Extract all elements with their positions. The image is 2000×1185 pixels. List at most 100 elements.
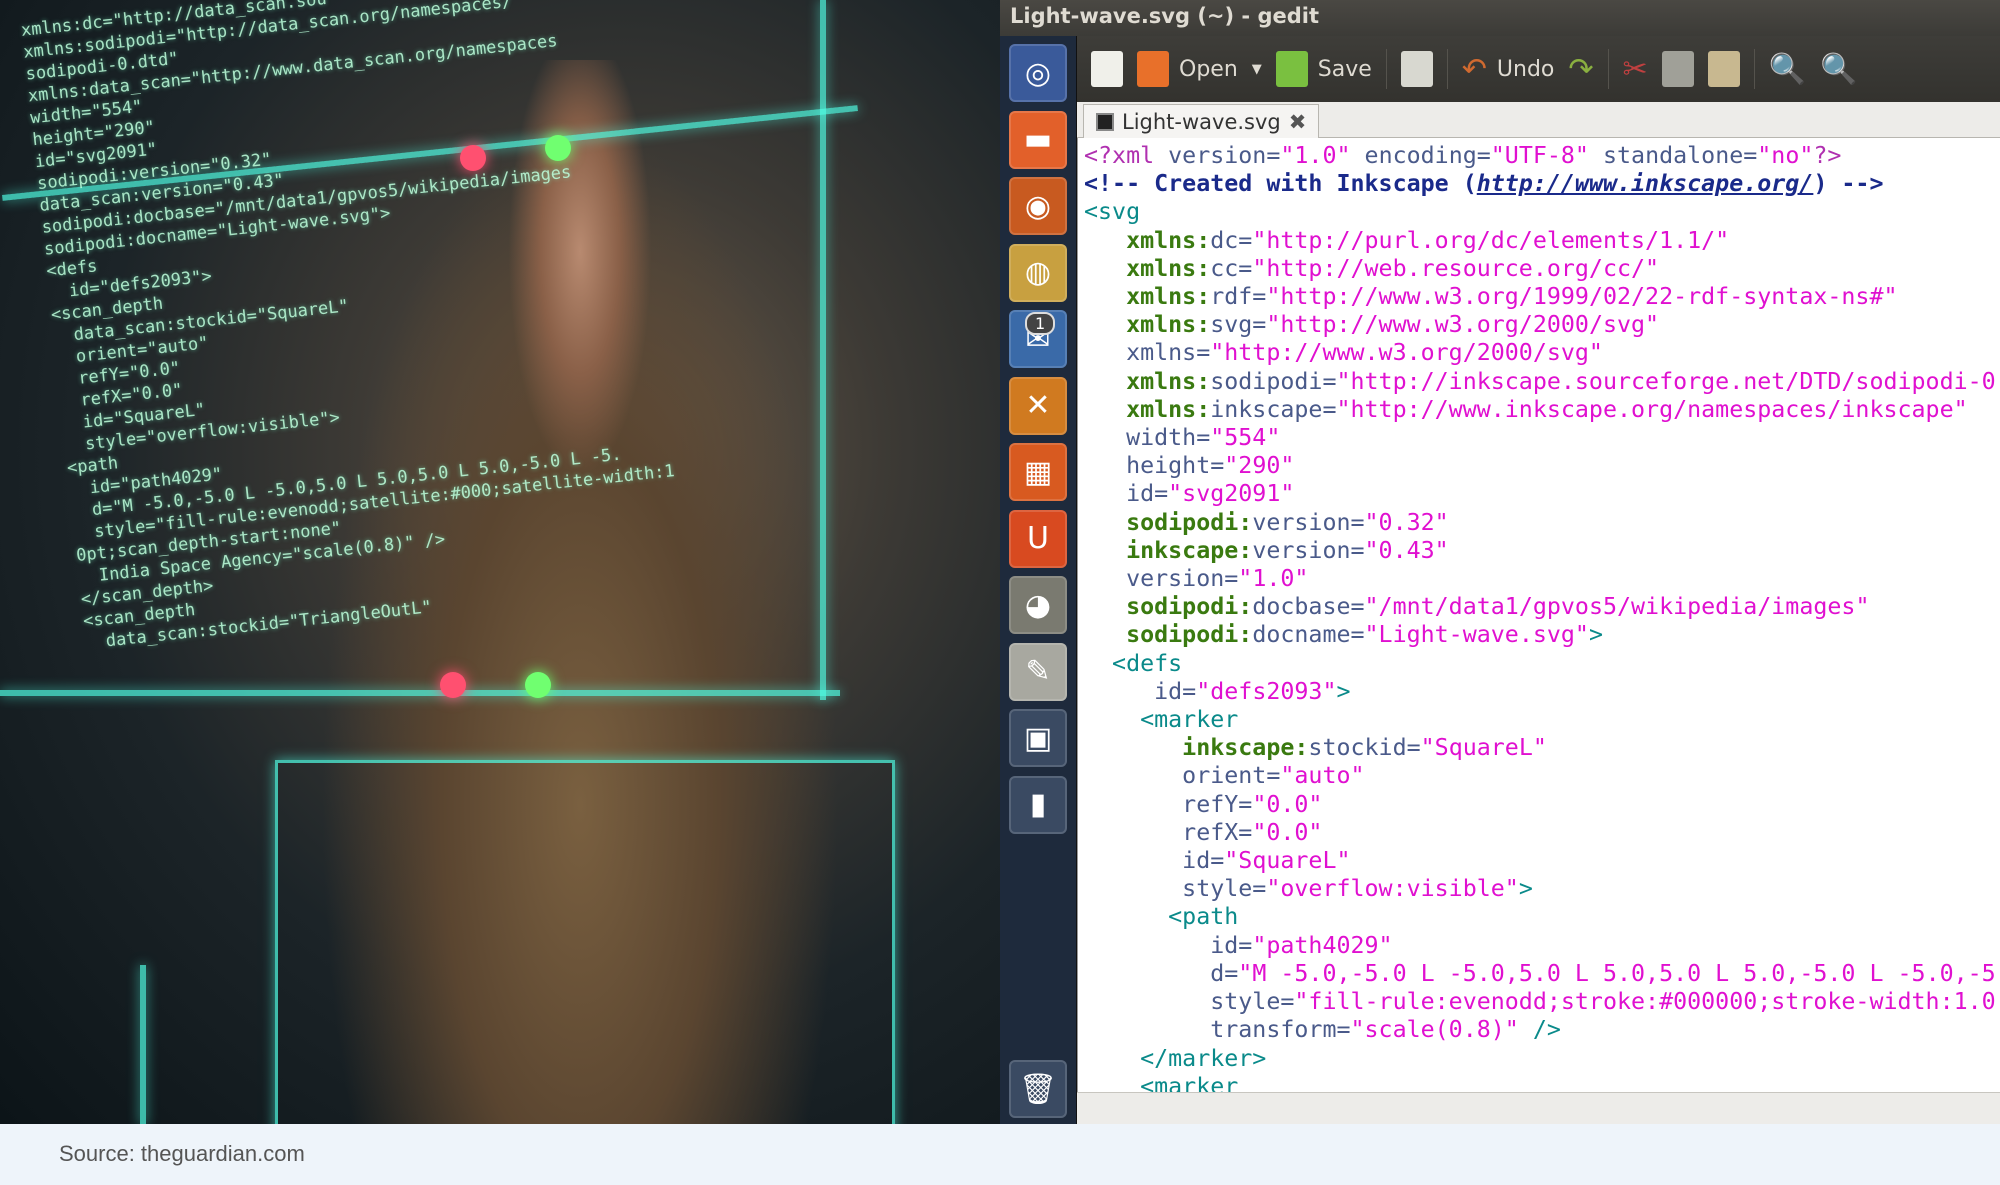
code-line: <marker — [1078, 1073, 2000, 1092]
launcher-chrome-icon[interactable]: ◍ — [1009, 243, 1067, 302]
code-token: dc= — [1210, 226, 1253, 254]
hologram-frame — [275, 760, 895, 1124]
code-token: "http://www.inkscape.org/namespaces/inks… — [1336, 395, 1968, 423]
code-token: > — [1518, 875, 1533, 903]
code-line: refY="0.0" — [1078, 791, 2000, 819]
print-icon[interactable] — [1400, 51, 1433, 87]
code-token: version= — [1084, 565, 1239, 593]
code-line: <defs — [1078, 650, 2000, 678]
code-token: xmlns= — [1084, 339, 1211, 367]
launcher-usb-drive-icon[interactable]: ▮ — [1009, 775, 1067, 834]
new-document-icon[interactable] — [1091, 51, 1123, 87]
code-token: "svg2091" — [1168, 480, 1295, 508]
code-line: transform="scale(0.8)" /> — [1078, 1016, 2000, 1044]
code-token: > — [1336, 677, 1351, 705]
code-line: id="defs2093"> — [1078, 678, 2000, 706]
launcher-gimp-icon[interactable]: ◕ — [1009, 576, 1067, 634]
tab-close-icon[interactable]: ✖ — [1289, 110, 1307, 134]
launcher-files-icon[interactable]: ▬ — [1009, 110, 1067, 169]
launcher-software-center-icon[interactable]: ▦ — [1009, 443, 1067, 501]
code-token: "path4029" — [1252, 931, 1393, 959]
copy-icon[interactable] — [1661, 51, 1694, 87]
toolbar: Open ▼ Save ↶ Undo ↷ ✂ 🔍 🔍 — [1077, 36, 2000, 102]
launcher-workspace-switcher-icon[interactable]: ▣ — [1009, 709, 1067, 767]
code-token: id= — [1084, 480, 1169, 508]
code-token: "1.0" — [1238, 565, 1309, 593]
code-line: style="overflow:visible"> — [1078, 875, 2000, 903]
code-link[interactable]: http://www.inkscape.org/ — [1477, 170, 1814, 197]
code-token: cc= — [1210, 254, 1253, 282]
code-token: "http://web.resource.org/cc/" — [1252, 254, 1660, 282]
search-replace-icon[interactable]: 🔍 — [1820, 52, 1857, 87]
window-titlebar[interactable]: Light-wave.svg (~) - gedit — [1000, 0, 2000, 36]
code-line: inkscape:version="0.43" — [1078, 537, 2000, 565]
code-line: width="554" — [1078, 424, 2000, 452]
tab-light-wave-svg[interactable]: Light-wave.svg ✖ — [1083, 104, 1320, 138]
code-line: id="SquareL" — [1078, 847, 2000, 875]
save-icon — [1275, 51, 1308, 87]
code-token: "0.43" — [1364, 536, 1449, 564]
code-token: "http://www.w3.org/2000/svg" — [1210, 339, 1603, 367]
code-line: refX="0.0" — [1078, 819, 2000, 847]
save-button[interactable]: Save — [1275, 51, 1372, 87]
code-token: "http://www.w3.org/2000/svg" — [1266, 311, 1660, 339]
software-center-glyph: ▦ — [1023, 454, 1053, 490]
code-token: xmlns: — [1084, 395, 1211, 423]
code-token: "Light-wave.svg" — [1364, 621, 1589, 649]
open-dropdown-arrow-icon[interactable]: ▼ — [1252, 62, 1262, 77]
code-line: orient="auto" — [1078, 762, 2000, 790]
code-token: rdf= — [1210, 283, 1267, 311]
code-line: height="290" — [1078, 452, 2000, 480]
launcher-ubuntu-one-icon[interactable]: U — [1009, 509, 1067, 568]
code-token: inkscape: — [1084, 734, 1309, 762]
code-token: style= — [1084, 875, 1267, 903]
code-token: sodipodi: — [1084, 508, 1253, 536]
undo-label: Undo — [1496, 56, 1555, 82]
code-token: width= — [1084, 424, 1211, 452]
launcher-dash-home-icon[interactable]: ◎ — [1009, 44, 1067, 102]
unity-launcher: ◎ ▬ ◉ ◍ ✉ 1 ✕ ▦ U ◕ ✎ ▣ ▮ 🗑 — [1000, 36, 1077, 1124]
dash-home-glyph: ◎ — [1024, 55, 1052, 91]
code-token: xmlns: — [1084, 226, 1211, 254]
redo-icon[interactable]: ↷ — [1568, 52, 1593, 87]
launcher-firefox-icon[interactable]: ◉ — [1009, 177, 1067, 235]
code-token: <marker — [1084, 1072, 1239, 1092]
code-token: "/mnt/data1/gpvos5/wikipedia/images" — [1364, 593, 1870, 621]
paste-icon[interactable] — [1707, 51, 1740, 87]
launcher-xchat-icon[interactable]: ✕ — [1009, 376, 1067, 435]
code-token: "0.0" — [1252, 790, 1323, 818]
green-light — [525, 672, 551, 698]
code-token: </marker> — [1084, 1044, 1267, 1072]
code-token: id= — [1084, 931, 1253, 959]
code-token: encoding= — [1350, 142, 1491, 169]
code-token: ?> — [1813, 142, 1842, 169]
open-button[interactable]: Open — [1137, 51, 1238, 87]
code-line: xmlns:svg="http://www.w3.org/2000/svg" — [1078, 311, 2000, 339]
undo-button[interactable]: ↶ Undo — [1462, 52, 1555, 87]
code-token: <?xml — [1084, 142, 1169, 169]
code-token: "SquareL" — [1224, 847, 1351, 875]
launcher-trash-icon[interactable]: 🗑 — [1009, 1060, 1067, 1118]
hologram-line — [820, 0, 826, 700]
document-icon — [1096, 112, 1114, 131]
code-line: <?xml version="1.0" encoding="UTF-8" sta… — [1078, 142, 2000, 170]
launcher-text-editor-icon[interactable]: ✎ — [1009, 642, 1067, 701]
code-token: "554" — [1210, 424, 1281, 452]
code-line: <svg — [1078, 198, 2000, 226]
search-icon[interactable]: 🔍 — [1769, 52, 1806, 87]
code-token: "M -5.0,-5.0 L -5.0,5.0 L 5.0,5.0 L 5.0,… — [1238, 959, 1996, 987]
code-line: xmlns:inkscape="http://www.inkscape.org/… — [1078, 396, 2000, 424]
code-token: version= — [1252, 536, 1365, 564]
code-line: d="M -5.0,-5.0 L -5.0,5.0 L 5.0,5.0 L 5.… — [1078, 960, 2000, 988]
launcher-thunderbird-icon[interactable]: ✉ 1 — [1009, 310, 1067, 368]
red-light — [440, 672, 466, 698]
cut-icon[interactable]: ✂ — [1623, 52, 1648, 87]
code-editor[interactable]: <?xml version="1.0" encoding="UTF-8" sta… — [1077, 138, 2000, 1092]
code-token: "1.0" — [1280, 142, 1351, 169]
code-token: xmlns: — [1084, 254, 1211, 282]
unread-badge: 1 — [1025, 312, 1056, 335]
code-token: "UTF-8" — [1490, 142, 1589, 169]
code-token: style= — [1084, 988, 1295, 1016]
code-token: <marker — [1084, 706, 1239, 734]
xchat-glyph: ✕ — [1025, 388, 1051, 423]
